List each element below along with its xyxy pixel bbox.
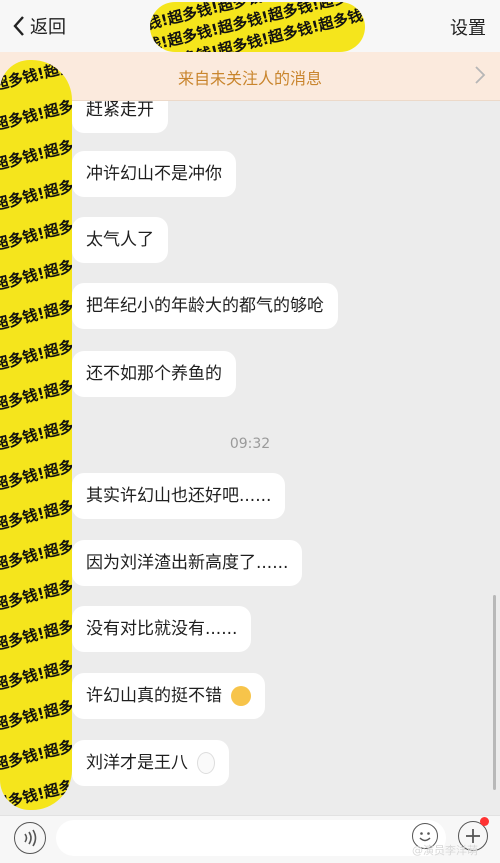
chevron-left-icon [13, 16, 24, 36]
chat-area[interactable]: 赶紧走开 冲许幻山不是冲你 太气人了 把年纪小的年龄大的都气的够呛 还不如那个养… [0, 101, 500, 815]
message-text: 刘洋才是王八 [86, 753, 188, 773]
avatar-cover-sticker: 钱!超多钱!超多钱!超多钱!超多钱!超多钱!超多 钱!超多钱!超多钱!超多钱!超… [0, 60, 72, 810]
message-bubble-with-emoji[interactable]: 许幻山真的挺不错 [72, 673, 266, 719]
message-bubble[interactable]: 没有对比就没有...... [72, 606, 252, 652]
notification-dot [480, 817, 489, 826]
blush-emoji-icon [231, 686, 252, 706]
message-bubble[interactable]: 把年纪小的年龄大的都气的够呛 [72, 283, 338, 329]
timestamp: 09:32 [229, 436, 271, 452]
back-button[interactable]: 返回 [12, 13, 66, 39]
message-input[interactable] [56, 820, 446, 856]
watermark: @演员李洋萌 [412, 844, 478, 857]
chevron-right-icon [475, 66, 486, 84]
back-label: 返回 [30, 17, 66, 38]
egg-emoji-icon [197, 752, 216, 774]
settings-button[interactable]: 设置 [450, 14, 486, 40]
voice-icon[interactable] [14, 822, 46, 854]
message-bubble[interactable]: 其实许幻山也还好吧...... [72, 473, 286, 519]
message-bubble[interactable]: 赶紧走开 [72, 101, 168, 133]
message-bubble-with-emoji[interactable]: 刘洋才是王八 [72, 740, 230, 786]
sticker-pattern: 钱!超多钱!超多钱!超多钱!超多钱!超多钱!超多 [0, 60, 72, 101]
scrollbar[interactable] [493, 595, 496, 790]
notice-text: 来自未关注人的消息 [177, 69, 322, 88]
message-bubble[interactable]: 因为刘洋渣出新高度了...... [72, 540, 303, 586]
message-bubble[interactable]: 冲许幻山不是冲你 [72, 151, 236, 197]
message-bubble[interactable]: 还不如那个养鱼的 [72, 351, 236, 397]
title-cover-sticker: 钱!超多钱!超多钱!超多钱!超多钱!超多钱!超多 钱!超多钱!超多钱!超多钱!超… [150, 2, 365, 52]
message-bubble[interactable]: 太气人了 [72, 217, 168, 263]
top-bar: 返回 钱!超多钱!超多钱!超多钱!超多钱!超多钱!超多 钱!超多钱!超多钱!超多… [0, 0, 500, 53]
notice-bar[interactable]: 来自未关注人的消息 [0, 52, 500, 101]
message-text: 许幻山真的挺不错 [86, 686, 222, 706]
